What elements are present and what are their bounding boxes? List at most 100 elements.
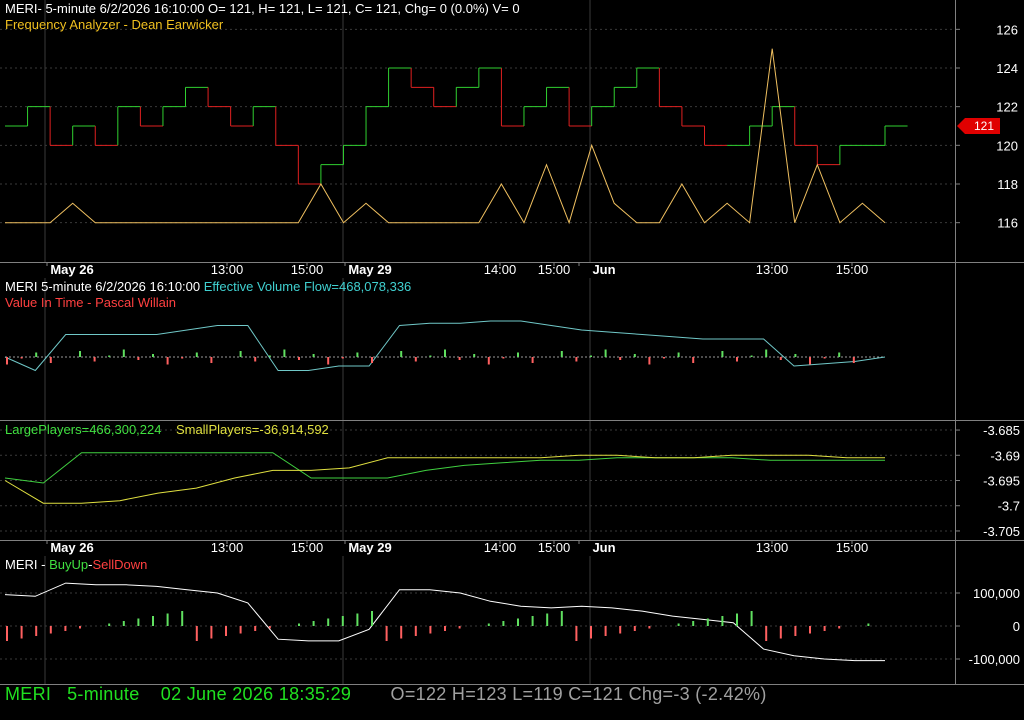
- flow-subtitle: Value In Time - Pascal Willain: [5, 295, 176, 310]
- buyup-bar: [575, 626, 578, 641]
- buyup-bar: [35, 626, 38, 636]
- buyup-bar: [414, 626, 417, 636]
- x-tick-label: May 26: [50, 540, 93, 555]
- volume-flow-bar: [49, 357, 52, 363]
- volume-flow-bar: [268, 355, 271, 357]
- volume-flow-bar: [108, 355, 111, 357]
- volume-flow-bar: [6, 357, 8, 365]
- buyup-bar: [312, 621, 315, 626]
- last-price-badge-text: 121: [974, 119, 994, 133]
- buyup-bar: [254, 626, 257, 631]
- x-tick-label: May 29: [348, 262, 391, 277]
- buyup-bar: [838, 626, 841, 629]
- volume-flow-bar: [502, 357, 505, 359]
- buyup-bar: [736, 613, 738, 626]
- price-tick-label: 120: [996, 138, 1018, 153]
- buyup-bar: [721, 616, 724, 626]
- buyup-bar: [268, 626, 271, 629]
- price-tick-label: 118: [997, 177, 1018, 192]
- buyup-bar: [706, 618, 709, 626]
- volume-flow-bar: [35, 352, 38, 357]
- volume-flow-bar: [341, 357, 344, 359]
- volume-flow-bar: [181, 357, 184, 359]
- buyup-label: BuyUp: [49, 557, 89, 572]
- x-tick-label: May 29: [348, 540, 391, 555]
- volume-flow-bar: [400, 351, 403, 357]
- volume-flow-bar: [312, 354, 315, 357]
- volume-flow-bar: [473, 354, 476, 357]
- frequency-line: [5, 48, 886, 225]
- buyup-bar: [633, 626, 636, 631]
- volume-flow-bar: [677, 352, 680, 357]
- volume-flow-bar: [487, 357, 490, 365]
- small-players-label: SmallPlayers=-36,914,592: [175, 422, 329, 437]
- flow-value: Effective Volume Flow=468,078,336: [203, 279, 412, 294]
- volume-flow-bar: [79, 351, 81, 357]
- volume-flow-bar: [823, 357, 826, 359]
- price-header: MERI- 5-minute 6/2/2026 16:10:00 O= 121,…: [5, 1, 520, 16]
- buyup-bar: [225, 626, 227, 636]
- buyup-selldown-line: [4, 582, 885, 662]
- buyup-bar: [648, 626, 651, 629]
- buyup-bar: [79, 626, 81, 629]
- buyup-bar: [692, 621, 695, 626]
- buyup-bar: [429, 626, 432, 634]
- x-tick-label: Jun: [592, 540, 615, 555]
- volume-flow-bar: [809, 357, 811, 365]
- buyup-bar: [239, 626, 242, 634]
- volume-flow-bar: [152, 354, 154, 357]
- buyup-bar: [137, 618, 140, 626]
- buyup-bar: [590, 626, 592, 639]
- buyup-prefix: MERI -: [5, 557, 50, 572]
- buyup-bar: [458, 626, 461, 629]
- price-tick-label: 122: [996, 100, 1018, 115]
- buyup-bar: [341, 616, 344, 626]
- volume-flow-bar: [254, 357, 257, 362]
- indicator-name: Frequency Analyzer - Dean Earwicker: [5, 17, 224, 32]
- buyup-bar: [823, 626, 826, 631]
- volume-flow-bar: [327, 357, 330, 365]
- flow-title: MERI 5-minute 6/2/2026 16:10:00: [5, 279, 201, 294]
- volume-flow-bar: [137, 357, 140, 360]
- volume-flow-bar: [93, 357, 96, 362]
- buyup-bar: [356, 613, 359, 626]
- buyup-bar: [444, 626, 446, 631]
- time-axis-band: [0, 541, 955, 556]
- buyup-bar: [122, 621, 125, 626]
- buyup-bar: [20, 626, 23, 639]
- buyup-bar: [166, 613, 169, 626]
- players-tick-label: -3.695: [983, 474, 1020, 489]
- buyup-bar: [108, 623, 111, 626]
- volume-flow-bar: [750, 355, 753, 357]
- players-header: LargePlayers=466,300,224 SmallPlayers=-3…: [5, 422, 329, 438]
- volume-flow-bar: [852, 357, 855, 363]
- buyup-tick-label: 0: [1013, 619, 1020, 634]
- volume-flow-bar: [531, 357, 534, 363]
- volume-flow-bar: [239, 351, 242, 357]
- buyup-bar: [181, 611, 184, 626]
- x-tick-label: Jun: [592, 262, 615, 277]
- volume-flow-bar: [560, 351, 563, 357]
- players-tick-label: -3.685: [983, 423, 1020, 438]
- buyup-bar: [400, 626, 403, 639]
- buyup-bar: [765, 626, 768, 641]
- volume-flow-bar: [458, 357, 461, 360]
- buyup-bar: [6, 626, 8, 641]
- volume-flow-bar: [633, 354, 636, 357]
- small-players-line: [4, 454, 885, 504]
- volume-flow-bar: [736, 357, 738, 362]
- buyup-bar: [298, 623, 300, 626]
- volume-flow-bar: [444, 349, 446, 357]
- volume-flow-bar: [429, 355, 432, 357]
- volume-flow-bar: [838, 352, 841, 357]
- buyup-bar: [560, 611, 563, 626]
- volume-flow-bar: [122, 349, 125, 357]
- buyup-bar: [487, 623, 490, 626]
- status-datetime: 02 June 2026 18:35:29: [160, 684, 352, 704]
- price-tick-label: 116: [997, 216, 1018, 231]
- buyup-bar: [794, 626, 797, 636]
- buyup-bar: [517, 618, 519, 626]
- volume-flow-bar: [604, 349, 607, 357]
- volume-flow-bar: [575, 357, 578, 362]
- volume-flow-bar: [414, 357, 417, 362]
